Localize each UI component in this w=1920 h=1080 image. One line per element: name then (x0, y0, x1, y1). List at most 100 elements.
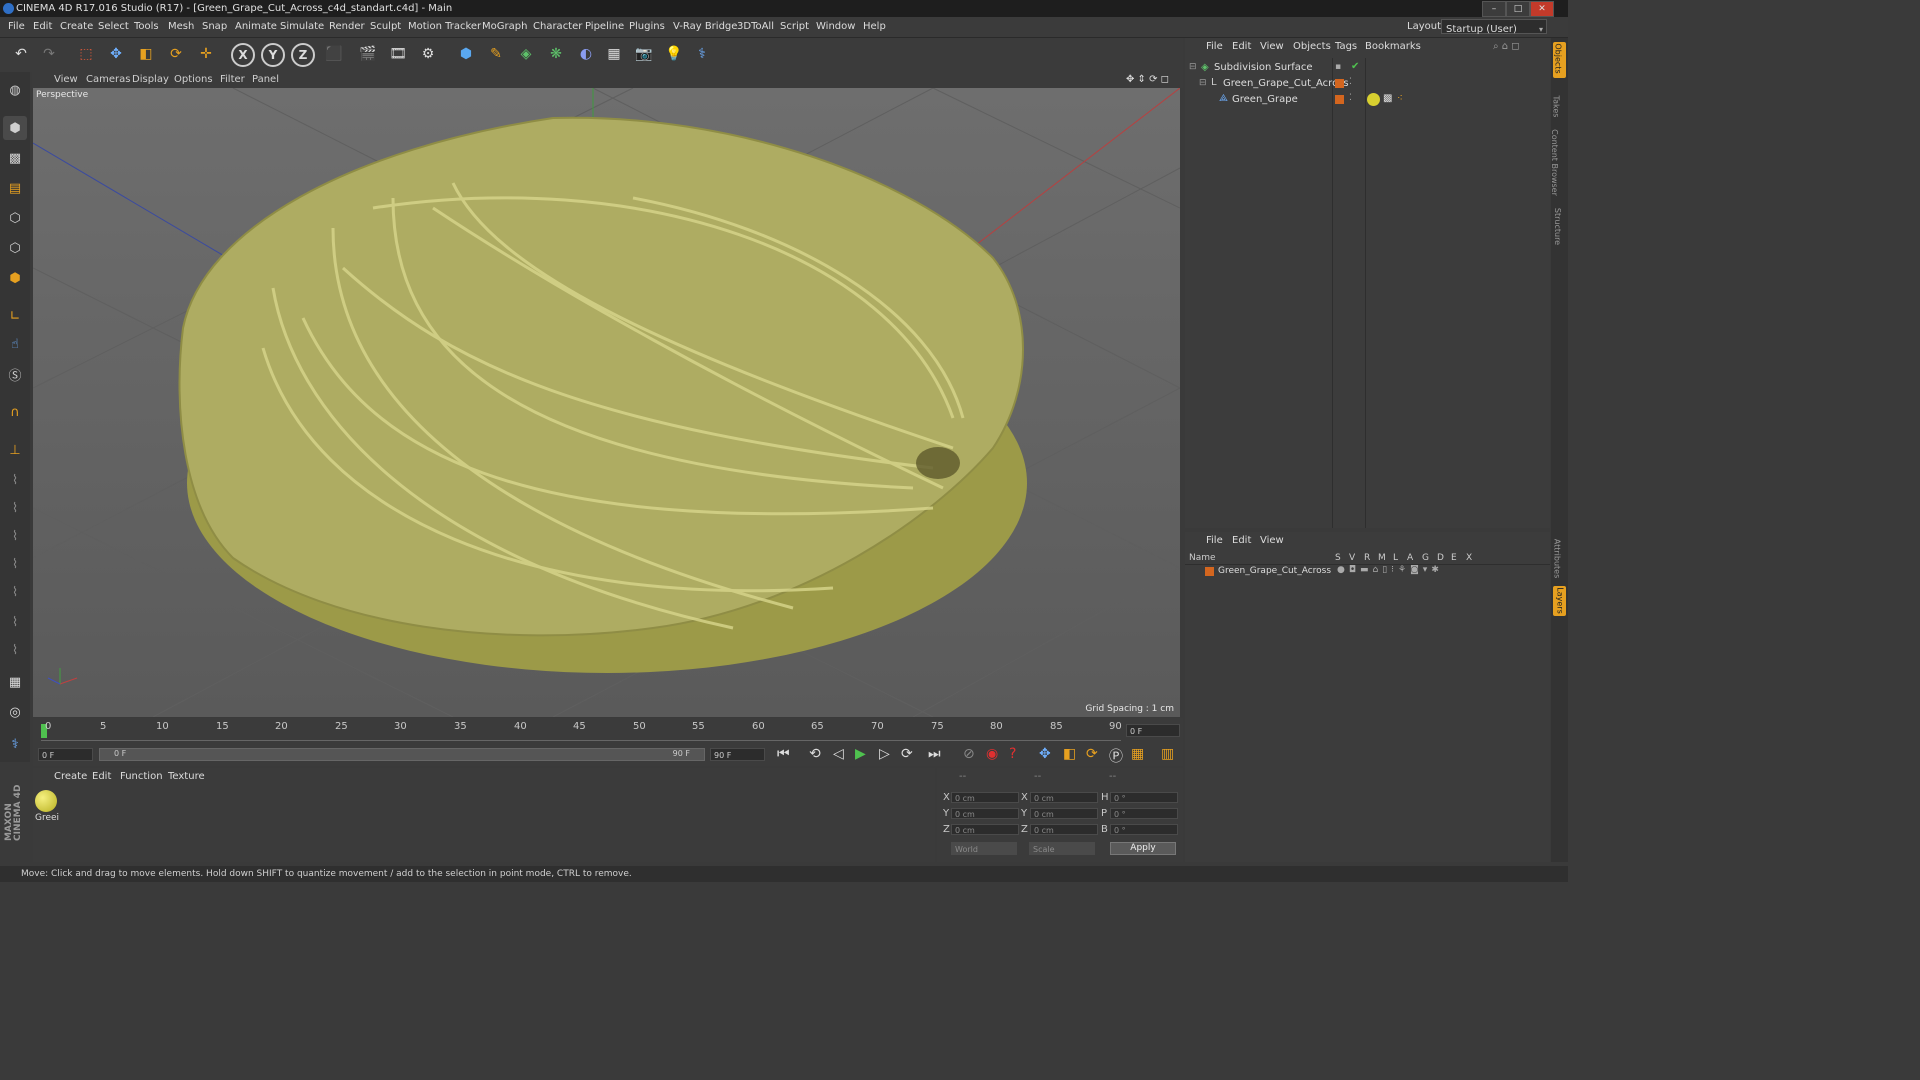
objects-menu-objects[interactable]: Objects (1293, 38, 1331, 56)
size-y-field[interactable]: 0 cm (1030, 808, 1098, 819)
coordinate-system-icon[interactable]: ⬛ (321, 41, 347, 67)
menu-animate[interactable]: Animate (235, 17, 277, 37)
points-mode-icon[interactable]: ⬡ (3, 206, 27, 230)
checker-lock-icon[interactable]: ▦ (3, 670, 27, 694)
maximize-button[interactable]: □ (1506, 1, 1530, 17)
menu-mesh[interactable]: Mesh (168, 17, 194, 37)
rotation-b-field[interactable]: 0 ° (1110, 824, 1178, 835)
end-frame-field[interactable]: 90 F (710, 748, 765, 761)
python-script-icon[interactable]: ⚕ (3, 732, 27, 756)
layer-toggle-icons[interactable]: ●◘▬⌂▯⁝⚘◙▾✱ (1337, 565, 1443, 575)
material-menu-texture[interactable]: Texture (168, 768, 205, 786)
layers-menu-view[interactable]: View (1260, 532, 1284, 550)
keyframe-selection-icon[interactable]: ? (1009, 746, 1016, 762)
rotation-key-icon[interactable]: ⟳ (1086, 746, 1098, 762)
start-frame-field[interactable]: 0 F (38, 748, 93, 761)
transform-tool-icon[interactable]: ✛ (193, 41, 219, 67)
minimize-button[interactable]: – (1482, 1, 1506, 17)
python-icon[interactable]: ⚕ (689, 41, 715, 67)
menu-help[interactable]: Help (863, 17, 886, 37)
z-axis-lock-button[interactable]: Z (291, 43, 315, 67)
x-axis-lock-button[interactable]: X (231, 43, 255, 67)
tab-attributes[interactable]: Attributes (1552, 539, 1561, 579)
render-picture-viewer-icon[interactable]: 🎞 (385, 41, 411, 67)
sculpt-tool-1-icon[interactable]: ⌇ (3, 468, 27, 492)
scale-tool-icon[interactable]: ◧ (133, 41, 159, 67)
menu-create[interactable]: Create (60, 17, 93, 37)
floor-icon[interactable]: ▦ (601, 41, 627, 67)
object-row[interactable]: ⊟ ◈ Subdivision Surface ▪ ✔ (1185, 60, 1550, 76)
apply-button[interactable]: Apply (1110, 842, 1176, 855)
timeline-window-icon[interactable]: ▥ (1161, 746, 1174, 762)
polygons-mode-icon[interactable]: ⬢ (3, 266, 27, 290)
render-settings-icon[interactable]: ⚙ (415, 41, 441, 67)
enabled-check-icon[interactable]: ✔ (1351, 61, 1359, 72)
deformer-icon[interactable]: ◐ (573, 41, 599, 67)
material-menu-function[interactable]: Function (120, 768, 163, 786)
layer-name[interactable]: Green_Grape_Cut_Across (1218, 566, 1331, 576)
previous-frame-icon[interactable]: ◁ (833, 746, 844, 762)
viewport-menu-panel[interactable]: Panel (252, 72, 279, 88)
live-selection-icon[interactable]: ⬚ (73, 41, 99, 67)
make-editable-icon[interactable]: ◍ (3, 78, 27, 102)
menu-vray-bridge[interactable]: V-Ray Bridge (673, 17, 737, 37)
object-visibility-icon[interactable]: ▪ (1335, 62, 1341, 72)
current-frame-field[interactable]: 0 F (1126, 724, 1180, 737)
layout-dropdown[interactable]: Startup (User) ▾ (1441, 19, 1547, 35)
objects-menu-view[interactable]: View (1260, 38, 1284, 56)
size-mode-dropdown[interactable]: Scale (1029, 842, 1095, 855)
subdivision-surface-icon[interactable]: ◈ (513, 41, 539, 67)
y-axis-lock-button[interactable]: Y (261, 43, 285, 67)
position-x-field[interactable]: 0 cm (951, 792, 1019, 803)
next-frame-icon[interactable]: ▷ (879, 746, 890, 762)
object-name[interactable]: Subdivision Surface (1214, 62, 1313, 73)
render-view-icon[interactable]: 🎬 (355, 41, 381, 67)
tab-layers[interactable]: Layers (1553, 586, 1566, 616)
sculpt-tool-4-icon[interactable]: ⌇ (3, 552, 27, 576)
workplane-icon[interactable]: ▤ (3, 176, 27, 200)
object-row[interactable]: ⟁ Green_Grape ⁚ ▩ ⁖ (1185, 92, 1550, 108)
menu-simulate[interactable]: Simulate (280, 17, 324, 37)
tweak-mode-icon[interactable]: ☝ (3, 332, 27, 356)
perspective-viewport[interactable]: Perspective Grid Spacing : 1 cm (33, 88, 1180, 717)
magnet-icon[interactable]: ∩ (3, 400, 27, 424)
menu-edit[interactable]: Edit (33, 17, 52, 37)
menu-file[interactable]: File (8, 17, 25, 37)
cloner-icon[interactable]: ❋ (543, 41, 569, 67)
timeline-ruler[interactable]: 0 5 10 15 20 25 30 35 40 45 50 55 60 65 … (33, 718, 1183, 744)
size-z-field[interactable]: 0 cm (1030, 824, 1098, 835)
pen-spline-icon[interactable]: ✎ (483, 41, 509, 67)
spiral-icon[interactable]: ◎ (3, 700, 27, 724)
layer-row[interactable]: Green_Grape_Cut_Across ●◘▬⌂▯⁝⚘◙▾✱ (1185, 565, 1550, 579)
layers-menu-edit[interactable]: Edit (1232, 532, 1251, 550)
uvw-tag-icon[interactable]: ▩ (1383, 93, 1392, 104)
layer-color-swatch[interactable] (1205, 567, 1214, 576)
menu-snap[interactable]: Snap (202, 17, 227, 37)
object-manager-search-icon[interactable]: ⌕ ⌂ ◻ (1493, 38, 1520, 56)
go-to-end-icon[interactable]: ⏭ (928, 746, 941, 762)
tab-content-browser[interactable]: Content Browser (1550, 129, 1559, 196)
objects-menu-edit[interactable]: Edit (1232, 38, 1251, 56)
edges-mode-icon[interactable]: ⬡ (3, 236, 27, 260)
viewport-menu-view[interactable]: View (54, 72, 78, 88)
rotation-h-field[interactable]: 0 ° (1110, 792, 1178, 803)
menu-tools[interactable]: Tools (134, 17, 159, 37)
tab-structure[interactable]: Structure (1553, 208, 1562, 245)
texture-tag-icon[interactable]: ⁖ (1397, 93, 1403, 104)
position-key-icon[interactable]: ✥ (1039, 746, 1051, 762)
menu-motion-tracker[interactable]: Motion Tracker (408, 17, 481, 37)
material-swatch[interactable] (35, 790, 57, 812)
layer-color-swatch[interactable] (1335, 79, 1344, 88)
position-y-field[interactable]: 0 cm (951, 808, 1019, 819)
menu-character[interactable]: Character (533, 17, 582, 37)
parameter-key-icon[interactable]: Ⓟ (1109, 746, 1123, 766)
objects-menu-file[interactable]: File (1206, 38, 1223, 56)
sculpt-tool-2-icon[interactable]: ⌇ (3, 496, 27, 520)
viewport-navigation-icon[interactable]: ✥ ⇕ ⟳ ◻ (1126, 72, 1169, 88)
redo-icon[interactable]: ↷ (36, 41, 62, 67)
go-to-start-icon[interactable]: ⏮ (777, 746, 790, 762)
rotation-p-field[interactable]: 0 ° (1110, 808, 1178, 819)
sculpt-tool-6-icon[interactable]: ⌇ (3, 610, 27, 634)
objects-menu-tags[interactable]: Tags (1335, 38, 1357, 56)
viewport-menu-cameras[interactable]: Cameras (86, 72, 130, 88)
